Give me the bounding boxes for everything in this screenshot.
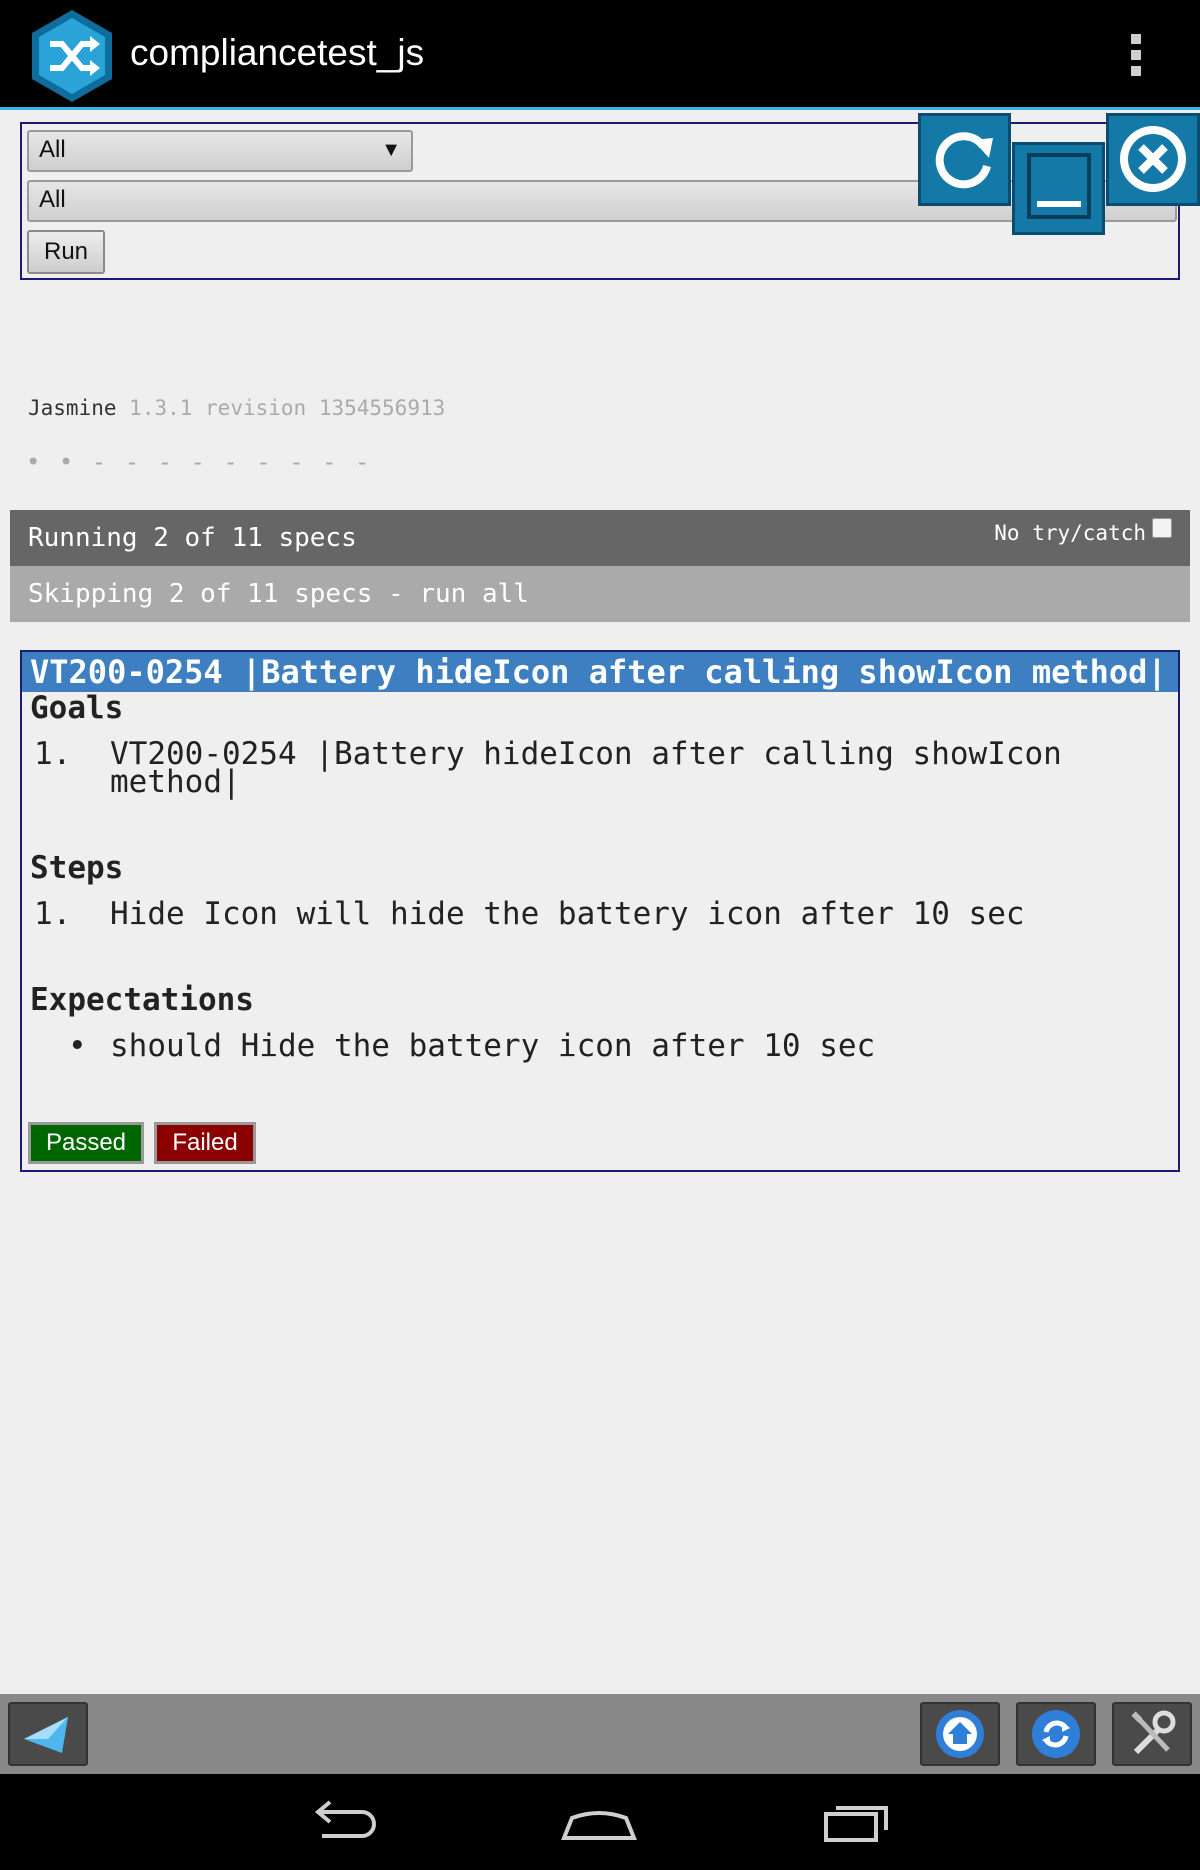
close-button[interactable] [1106, 113, 1200, 206]
goal-item: VT200-0254 |Battery hideIcon after calli… [110, 736, 1062, 800]
refresh-icon [1032, 1710, 1080, 1758]
bottom-toolbar [0, 1694, 1200, 1774]
run-button[interactable]: Run [27, 230, 105, 274]
system-nav-bar [0, 1774, 1200, 1870]
nav-home-icon[interactable] [554, 1790, 644, 1854]
toolbar-settings-button[interactable] [1112, 1702, 1192, 1766]
toolbar-back-button[interactable] [8, 1702, 88, 1766]
suite-filter-select[interactable]: All ▼ [27, 130, 413, 172]
home-icon [936, 1710, 984, 1758]
dropdown-arrow-icon: ▼ [381, 139, 401, 161]
goal-number: 1. [34, 736, 72, 772]
toolbar-home-button[interactable] [920, 1702, 1000, 1766]
app-logo-icon [32, 10, 112, 102]
minimize-icon [1027, 153, 1091, 219]
expectation-item: should Hide the battery icon after 10 se… [110, 1028, 876, 1064]
nav-recents-icon[interactable] [812, 1790, 902, 1854]
passed-button[interactable]: Passed [28, 1122, 144, 1164]
running-summary-bar: Running 2 of 11 specs No try/catch [10, 510, 1190, 566]
expectations-heading: Expectations [30, 982, 254, 1018]
skipping-summary-bar[interactable]: Skipping 2 of 11 specs - run all [10, 566, 1190, 622]
overflow-menu-icon[interactable] [1118, 30, 1154, 80]
goal-text-line-1: VT200-0254 |Battery hideIcon after calli… [110, 736, 1062, 772]
reload-button[interactable] [918, 113, 1011, 206]
nav-back-icon[interactable] [298, 1790, 388, 1854]
spec-filter-value: All [39, 186, 66, 213]
jasmine-version: 1.3.1 revision 1354556913 [129, 396, 446, 420]
steps-heading: Steps [30, 850, 124, 886]
expectation-bullet: • [68, 1028, 87, 1064]
goal-text-line-2: method| [110, 764, 241, 800]
jasmine-version-line: Jasmine 1.3.1 revision 1354556913 [28, 396, 445, 420]
back-arrow-icon [24, 1717, 68, 1753]
failed-button[interactable]: Failed [154, 1122, 256, 1164]
test-title: VT200-0254 |Battery hideIcon after calli… [22, 652, 1178, 692]
suite-filter-value: All [39, 136, 66, 163]
reload-icon [935, 132, 993, 189]
toolbar-refresh-button[interactable] [1016, 1702, 1096, 1766]
test-card: VT200-0254 |Battery hideIcon after calli… [20, 650, 1180, 1172]
jasmine-name: Jasmine [28, 396, 117, 420]
spec-progress-dots: • • - - - - - - - - - [26, 448, 372, 476]
running-summary-text: Running 2 of 11 specs [28, 523, 357, 553]
step-number: 1. [34, 896, 72, 932]
app-title: compliancetest_js [130, 32, 425, 73]
goals-heading: Goals [30, 690, 124, 726]
step-item: Hide Icon will hide the battery icon aft… [110, 896, 1025, 932]
no-try-catch-label: No try/catch [994, 521, 1146, 545]
close-icon [1120, 126, 1186, 192]
action-bar: compliancetest_js [0, 0, 1200, 110]
no-try-catch-option: No try/catch [994, 518, 1172, 545]
action-bar-accent [0, 107, 1200, 110]
no-try-catch-checkbox[interactable] [1152, 518, 1172, 538]
wrench-icon [1131, 1710, 1176, 1755]
minimize-button[interactable] [1012, 142, 1105, 235]
